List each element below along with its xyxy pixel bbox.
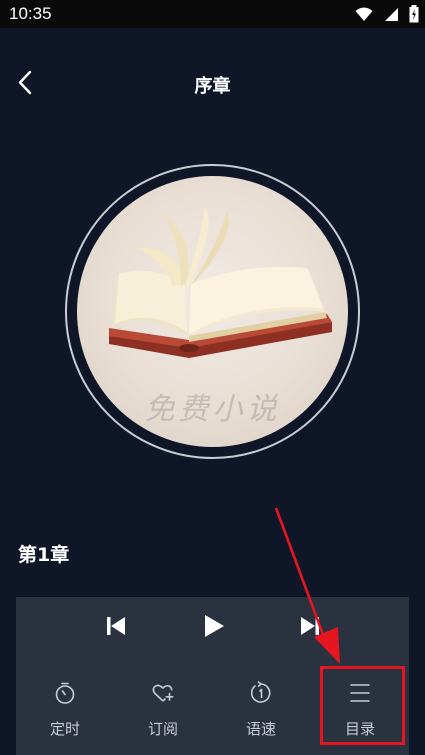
- battery-icon: [409, 5, 419, 23]
- status-icons: [355, 5, 419, 23]
- play-icon: [205, 615, 224, 637]
- tab-speed[interactable]: 语速: [216, 676, 306, 746]
- speed-icon: [250, 681, 271, 703]
- status-time: 10:35: [9, 4, 52, 23]
- tab-timer[interactable]: 定时: [20, 676, 110, 746]
- tab-subscribe[interactable]: 订阅: [118, 676, 208, 746]
- tab-timer-label: 定时: [49, 720, 80, 738]
- skip-next-icon: [301, 617, 319, 635]
- next-button[interactable]: [292, 608, 328, 644]
- cover-watermark-text: 免费小说: [144, 392, 281, 427]
- tab-subscribe-label: 订阅: [147, 720, 178, 738]
- heart-plus-icon: [152, 684, 174, 702]
- page-title: 序章: [194, 76, 231, 97]
- cover-art: 免费小说: [77, 176, 348, 447]
- top-bar: 序章: [0, 60, 425, 106]
- tab-speed-label: 语速: [245, 720, 276, 738]
- timer-icon: [55, 682, 75, 704]
- play-button[interactable]: [196, 608, 232, 644]
- chapter-title: 第1章: [18, 544, 70, 566]
- signal-icon: [385, 7, 398, 21]
- wifi-icon: [355, 7, 373, 21]
- status-bar: 10:35: [0, 0, 425, 28]
- highlight-box: [320, 666, 405, 745]
- previous-button[interactable]: [98, 608, 134, 644]
- skip-previous-icon: [107, 617, 125, 635]
